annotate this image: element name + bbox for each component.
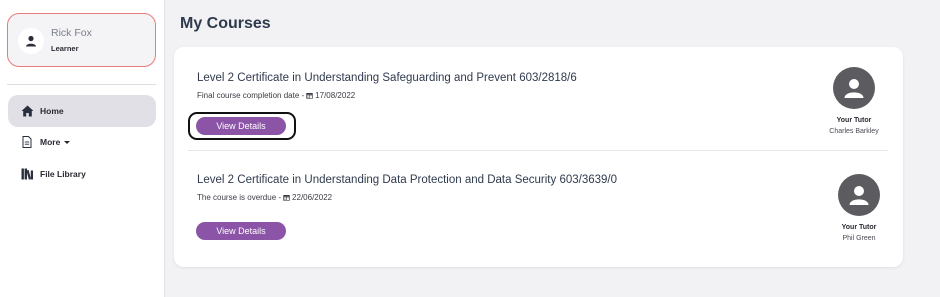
tutor-avatar-icon <box>838 174 880 216</box>
nav-item-home[interactable]: Home <box>8 95 156 127</box>
course-title: Level 2 Certificate in Understanding Dat… <box>197 174 618 186</box>
tutor-block: Your Tutor Phil Green <box>819 174 899 242</box>
courses-card: Level 2 Certificate in Understanding Saf… <box>174 47 903 267</box>
tutor-name: Charles Barkley <box>829 128 879 135</box>
user-name: Rick Fox <box>51 27 92 39</box>
course-status-label: The course is overdue - <box>197 193 282 202</box>
library-icon <box>20 167 34 181</box>
home-icon <box>20 104 34 118</box>
tutor-block: Your Tutor Charles Barkley <box>814 67 894 135</box>
course-title: Level 2 Certificate in Understanding Saf… <box>197 72 577 84</box>
user-profile-card[interactable]: Rick Fox Learner <box>7 13 156 67</box>
course-divider <box>188 150 888 151</box>
nav-item-more[interactable]: More <box>8 126 156 158</box>
user-role: Learner <box>51 44 79 53</box>
sidebar: Rick Fox Learner Home More File Library <box>0 0 165 297</box>
nav-item-file-library[interactable]: File Library <box>8 158 156 190</box>
course-item: Level 2 Certificate in Understanding Dat… <box>188 164 888 252</box>
nav-label-more: More <box>40 137 61 147</box>
tutor-heading: Your Tutor <box>841 224 877 231</box>
user-avatar-icon <box>18 28 44 54</box>
course-item: Level 2 Certificate in Understanding Saf… <box>188 62 888 150</box>
caret-down-icon <box>64 140 71 144</box>
course-date: 22/06/2022 <box>292 193 333 202</box>
course-meta: Final course completion date - 17/08/202… <box>197 91 355 100</box>
course-meta: The course is overdue - 22/06/2022 <box>197 193 332 202</box>
page-title: My Courses <box>180 15 271 32</box>
view-details-button[interactable]: View Details <box>196 117 286 135</box>
tutor-avatar-icon <box>833 67 875 109</box>
calendar-icon <box>306 92 313 99</box>
course-status-label: Final course completion date - <box>197 91 305 100</box>
sidebar-divider <box>7 84 156 85</box>
view-details-button[interactable]: View Details <box>196 222 286 240</box>
course-date: 17/08/2022 <box>315 91 356 100</box>
calendar-icon <box>283 194 290 201</box>
document-icon <box>20 135 34 149</box>
nav-label-file-library: File Library <box>40 169 86 179</box>
tutor-heading: Your Tutor <box>836 117 872 124</box>
nav-label-home: Home <box>40 106 64 116</box>
tutor-name: Phil Green <box>842 235 876 242</box>
